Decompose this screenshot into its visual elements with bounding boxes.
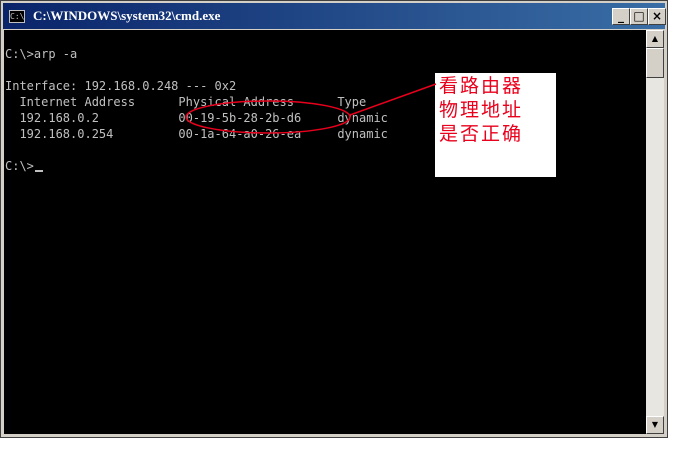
annotation-line-2: 物理地址 — [439, 99, 524, 121]
cmd-app-icon[interactable]: C:\ — [9, 10, 25, 23]
maximize-button[interactable]: □ — [630, 8, 648, 25]
console-line-row-2: 192.168.0.254 00-1a-64-a0-26-ea dynamic — [5, 127, 388, 141]
console-line-header: Internet Address Physical Address Type — [5, 95, 367, 109]
prompt-text: C:\> — [5, 159, 34, 173]
annotation-line-3: 是否正确 — [439, 123, 524, 145]
console-line-command: C:\>arp -a — [5, 47, 78, 61]
scroll-thumb[interactable] — [646, 48, 664, 78]
window-title: C:\WINDOWS\system32\cmd.exe — [33, 8, 221, 23]
annotation-line-1: 看路由器 — [439, 75, 524, 97]
scroll-down-button[interactable]: ▼ — [646, 416, 664, 434]
close-button[interactable]: × — [648, 8, 666, 25]
scroll-up-button[interactable]: ▲ — [646, 30, 664, 48]
title-bar[interactable]: C:\ C:\WINDOWS\system32\cmd.exe _ □ × — [3, 3, 666, 29]
console-line-prompt: C:\> — [5, 158, 43, 174]
text-cursor — [34, 170, 43, 172]
console-line-interface: Interface: 192.168.0.248 --- 0x2 — [5, 79, 237, 93]
console-line-row-1: 192.168.0.2 00-19-5b-28-2b-d6 dynamic — [5, 111, 388, 125]
annotation-callout: 看路由器 物理地址 是否正确 — [435, 73, 556, 177]
vertical-scrollbar[interactable]: ▲ ▼ — [646, 30, 664, 434]
minimize-button[interactable]: _ — [612, 8, 630, 25]
